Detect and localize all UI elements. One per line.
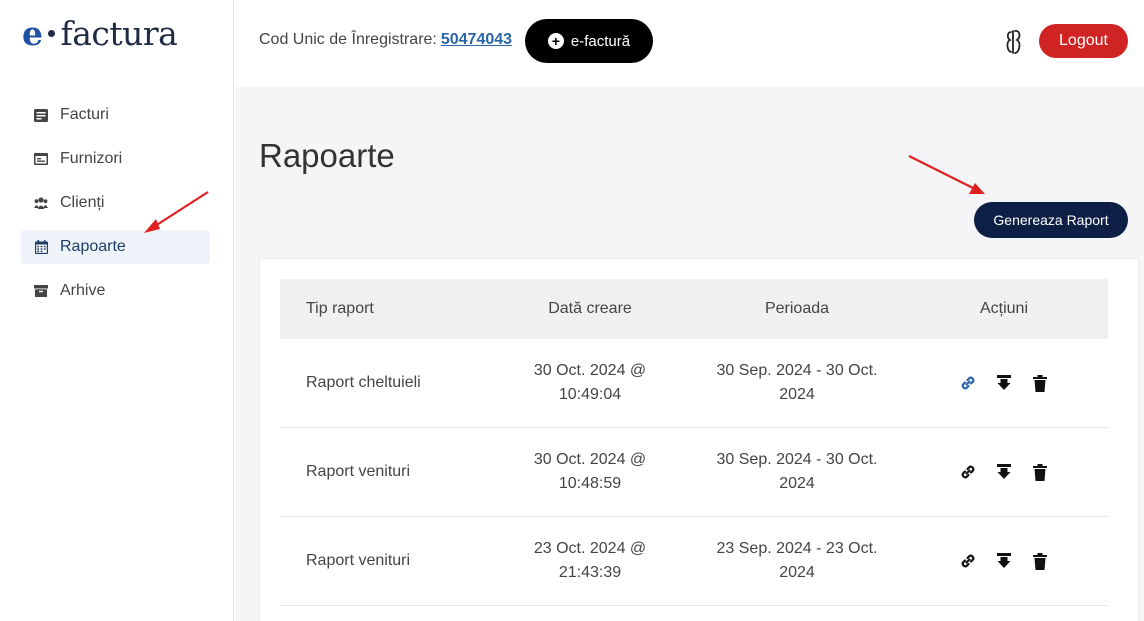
new-efactura-button[interactable]: + e-factură (525, 19, 653, 63)
cui-label: Cod Unic de Înregistrare: (259, 31, 437, 48)
efactura-button-label: e-factură (570, 32, 631, 50)
trash-icon[interactable] (1031, 463, 1049, 481)
table-row: Raport venituri 30 Oct. 2024 @10:48:59 3… (280, 428, 1108, 517)
generate-report-button[interactable]: Genereaza Raport (974, 202, 1128, 238)
support-icon[interactable] (1005, 29, 1023, 60)
header-actiuni: Acțiuni (979, 300, 1029, 317)
report-created: 23 Oct. 2024 @21:43:39 (533, 540, 647, 581)
link-icon[interactable] (959, 374, 977, 392)
sidebar-item-label: Arhive (60, 282, 106, 299)
table-header: Tip raport Dată creare Perioada Acțiuni (280, 279, 1108, 339)
header-perioada[interactable]: Perioada (680, 300, 914, 318)
logo-dot (47, 30, 55, 37)
report-created: 30 Oct. 2024 @10:48:59 (533, 451, 647, 492)
header-data-creare[interactable]: Dată creare (500, 300, 680, 318)
trash-icon[interactable] (1031, 374, 1049, 392)
report-created: 30 Oct. 2024 @10:49:04 (533, 362, 647, 403)
annotation-arrow-sidebar (144, 191, 209, 233)
calendar-icon (34, 240, 48, 254)
sidebar-item-facturi[interactable]: Facturi (21, 98, 210, 132)
report-type: Raport venituri (306, 463, 411, 480)
logout-button[interactable]: Logout (1039, 24, 1128, 58)
cui-info: Cod Unic de Înregistrare: 50474043 (259, 31, 512, 49)
archive-icon (34, 284, 48, 298)
top-header: Cod Unic de Înregistrare: 50474043 + e-fa… (235, 0, 1144, 87)
download-icon[interactable] (995, 552, 1013, 570)
sidebar: e factura Facturi Furnizori Clienți Rapoa… (0, 0, 234, 621)
plus-circle-icon: + (547, 33, 564, 49)
report-type: Raport venituri (306, 552, 411, 569)
sidebar-item-arhive[interactable]: Arhive (21, 274, 210, 308)
cui-link[interactable]: 50474043 (441, 31, 512, 48)
report-period: 30 Sep. 2024 - 30 Oct. 2024 (716, 451, 878, 492)
sidebar-item-label: Furnizori (60, 150, 123, 167)
clients-icon (34, 196, 48, 210)
row-actions (914, 374, 1094, 392)
report-period: 30 Sep. 2024 - 30 Oct. 2024 (716, 362, 878, 403)
link-icon[interactable] (959, 552, 977, 570)
table-row: Raport venituri 23 Oct. 2024 @21:43:39 2… (280, 517, 1108, 606)
table-row: Raport cheltuieli 30 Oct. 2024 @10:49:04… (280, 339, 1108, 428)
header-tip-raport[interactable]: Tip raport (280, 300, 500, 318)
efactura-logo[interactable]: e factura (22, 14, 178, 53)
main-content: Rapoarte Genereaza Raport Tip raport Dat… (235, 87, 1144, 621)
sidebar-item-label: Facturi (60, 106, 109, 123)
reports-table-card: Tip raport Dată creare Perioada Acțiuni … (259, 258, 1139, 621)
download-icon[interactable] (995, 463, 1013, 481)
annotation-arrow-generate (908, 155, 985, 194)
row-actions (914, 552, 1094, 570)
page-title: Rapoarte (259, 137, 395, 174)
link-icon[interactable] (959, 463, 977, 481)
sidebar-item-furnizori[interactable]: Furnizori (21, 142, 210, 176)
invoice-icon (34, 108, 48, 122)
supplier-icon (34, 152, 48, 166)
trash-icon[interactable] (1031, 552, 1049, 570)
download-icon[interactable] (995, 374, 1013, 392)
sidebar-item-label: Rapoarte (60, 238, 126, 255)
report-period: 23 Sep. 2024 - 23 Oct. 2024 (716, 540, 878, 581)
sidebar-item-label: Clienți (60, 194, 105, 211)
report-type: Raport cheltuieli (306, 374, 421, 391)
row-actions (914, 463, 1094, 481)
